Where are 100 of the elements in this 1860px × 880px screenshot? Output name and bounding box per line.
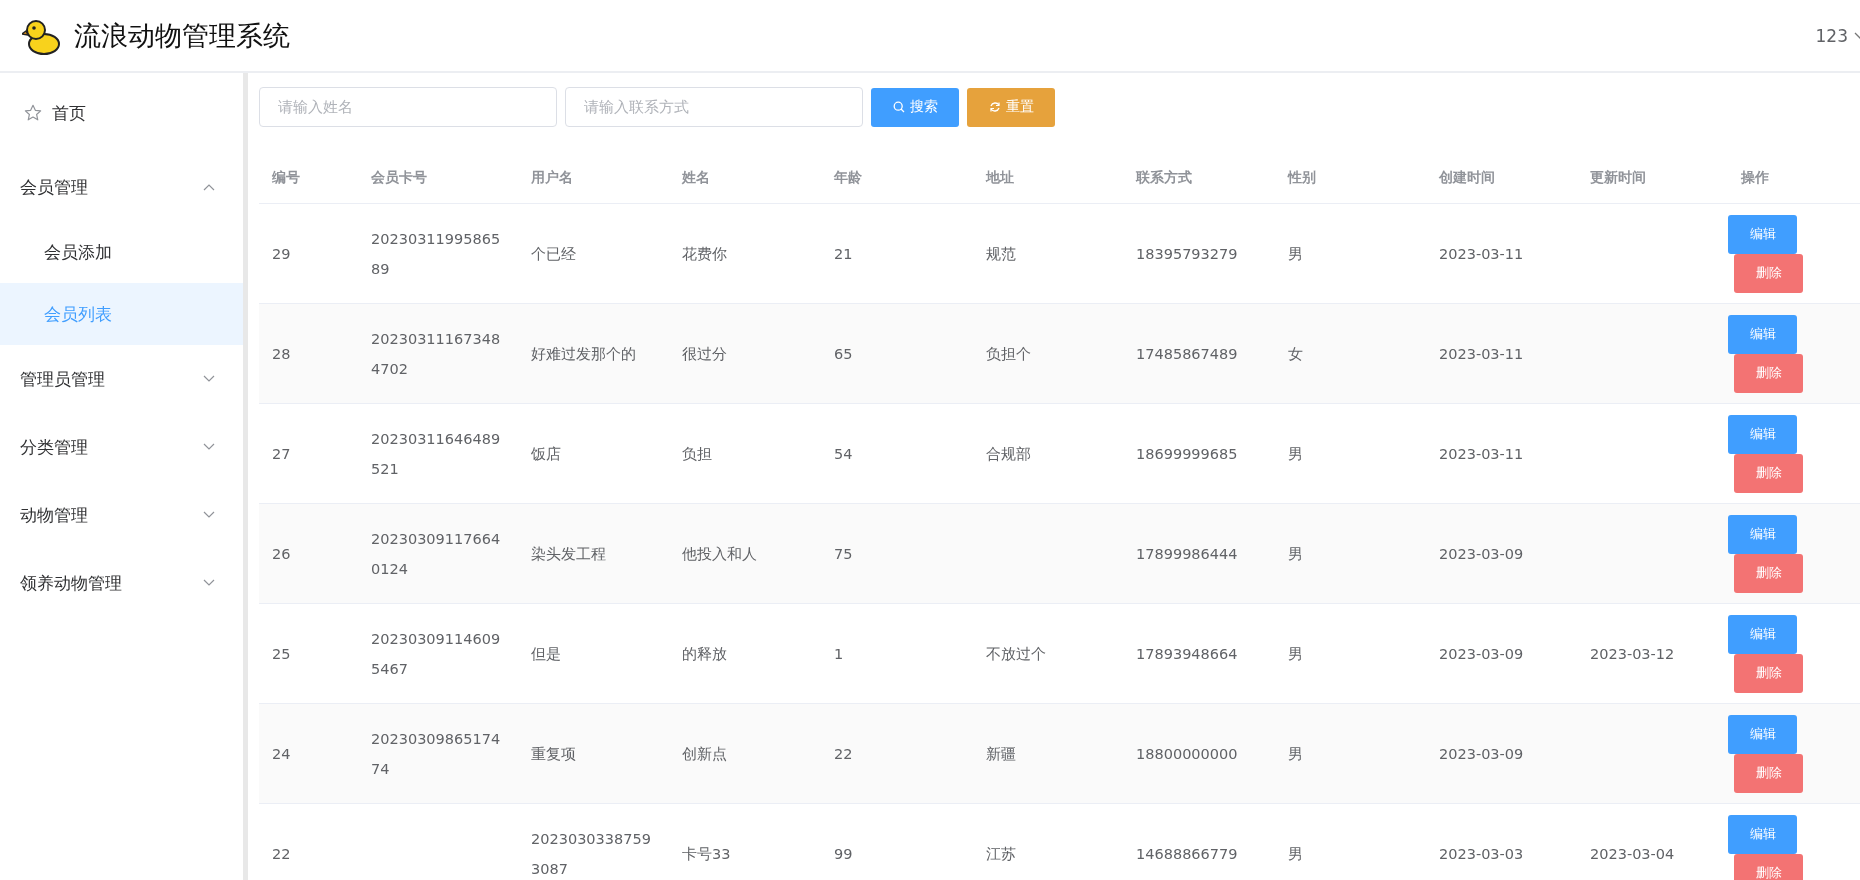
table-cell: 18395793279 xyxy=(1136,245,1238,262)
table-cell: 54 xyxy=(834,445,853,462)
column-header: 姓名 xyxy=(682,169,710,185)
table-cell: 江苏 xyxy=(986,845,1016,862)
delete-button[interactable]: 删除 xyxy=(1734,253,1803,293)
table-cell: 17893948664 xyxy=(1136,645,1238,662)
table-cell: 他投入和人 xyxy=(682,545,757,562)
table-cell: 负担个 xyxy=(986,345,1031,362)
table-cell: 男 xyxy=(1288,245,1303,262)
table-cell: 75 xyxy=(834,545,853,562)
app-title: 流浪动物管理系统 xyxy=(74,18,290,53)
sidebar-item[interactable]: 首页 xyxy=(0,73,243,153)
table-cell: 负担 xyxy=(682,445,712,462)
edit-button[interactable]: 编辑 xyxy=(1728,714,1797,754)
table-cell: 22 xyxy=(834,745,853,762)
table-cell: 但是 xyxy=(531,645,561,662)
refresh-icon xyxy=(988,101,1001,113)
table-cell: 新疆 xyxy=(986,745,1016,762)
star-icon xyxy=(24,104,42,122)
table-cell: 染头发工程 xyxy=(531,545,606,562)
column-header: 更新时间 xyxy=(1590,169,1646,185)
table-cell: 男 xyxy=(1288,445,1303,462)
table-cell: 26 xyxy=(272,545,291,562)
delete-button[interactable]: 删除 xyxy=(1734,453,1803,493)
table-cell: 2023031199586589 xyxy=(371,230,501,277)
edit-button[interactable]: 编辑 xyxy=(1728,214,1797,254)
table-cell: 22 xyxy=(272,845,291,862)
table-cell: 2023-03-11 xyxy=(1439,245,1524,262)
column-header: 性别 xyxy=(1288,169,1316,185)
edit-button[interactable]: 编辑 xyxy=(1728,614,1797,654)
sidebar-group[interactable]: 会员管理 xyxy=(0,153,243,221)
edit-button[interactable]: 编辑 xyxy=(1728,414,1797,454)
table-cell: 男 xyxy=(1288,545,1303,562)
table-cell: 25 xyxy=(272,645,291,662)
table-cell: 男 xyxy=(1288,845,1303,862)
table-cell: 202303091176640124 xyxy=(371,530,501,577)
table-cell: 重复项 xyxy=(531,745,576,762)
table-cell: 18800000000 xyxy=(1136,745,1238,762)
table-cell: 男 xyxy=(1288,745,1303,762)
sidebar-subitem[interactable]: 会员添加 xyxy=(0,221,243,283)
delete-button[interactable]: 删除 xyxy=(1734,753,1803,793)
table-cell: 饭店 xyxy=(531,445,561,462)
table-cell: 21 xyxy=(834,245,853,262)
column-header: 操作 xyxy=(1741,169,1769,185)
table-cell: 创新点 xyxy=(682,745,727,762)
table-cell: 的释放 xyxy=(682,645,727,662)
sidebar-group[interactable]: 管理员管理 xyxy=(0,345,243,413)
search-field[interactable]: 请输入姓名 xyxy=(259,87,557,127)
column-header: 年龄 xyxy=(834,169,862,185)
table-cell: 28 xyxy=(272,345,291,362)
table-cell: 29 xyxy=(272,245,291,262)
edit-button[interactable]: 编辑 xyxy=(1728,514,1797,554)
table-cell: 2023-03-11 xyxy=(1439,345,1524,362)
table-cell: 2023-03-11 xyxy=(1439,445,1524,462)
sidebar-group[interactable]: 动物管理 xyxy=(0,481,243,549)
table-cell: 卡号33 xyxy=(682,845,731,862)
search-field[interactable]: 请输入联系方式 xyxy=(565,87,863,127)
column-header: 地址 xyxy=(986,169,1014,185)
table-cell: 65 xyxy=(834,345,853,362)
search-button[interactable]: 搜索 xyxy=(871,87,959,127)
table-cell: 202303111673484702 xyxy=(371,330,501,377)
table-cell: 2023-03-04 xyxy=(1590,845,1675,862)
table-cell: 18699999685 xyxy=(1136,445,1238,462)
column-header: 创建时间 xyxy=(1439,169,1495,185)
table-cell: 20230303387593087 xyxy=(531,830,651,877)
table-cell: 24 xyxy=(272,745,291,762)
sidebar-subitem[interactable]: 会员列表 xyxy=(0,283,243,345)
delete-button[interactable]: 删除 xyxy=(1734,853,1803,880)
delete-button[interactable]: 删除 xyxy=(1734,653,1803,693)
table-cell: 个已经 xyxy=(531,245,576,262)
table-cell: 规范 xyxy=(986,245,1016,262)
table-cell: 17485867489 xyxy=(1136,345,1238,362)
column-header: 联系方式 xyxy=(1136,169,1192,185)
user-menu[interactable]: 123 xyxy=(1815,25,1860,46)
table-cell: 合规部 xyxy=(986,445,1031,462)
table-cell: 1 xyxy=(834,645,844,662)
table-cell: 2023030986517474 xyxy=(371,730,501,777)
table-cell: 花费你 xyxy=(682,245,727,262)
delete-button[interactable]: 删除 xyxy=(1734,353,1803,393)
reset-button[interactable]: 重置 xyxy=(967,87,1055,127)
sidebar-group[interactable]: 分类管理 xyxy=(0,413,243,481)
table-cell: 女 xyxy=(1288,345,1303,362)
table-cell: 2023-03-09 xyxy=(1439,545,1524,562)
delete-button[interactable]: 删除 xyxy=(1734,553,1803,593)
table-cell: 14688866779 xyxy=(1136,845,1238,862)
table-cell: 17899986444 xyxy=(1136,545,1238,562)
table-cell: 男 xyxy=(1288,645,1303,662)
table-cell: 很过分 xyxy=(682,345,727,362)
search-icon xyxy=(892,101,905,113)
table-cell: 202303091146095467 xyxy=(371,630,501,677)
table-cell: 2023-03-09 xyxy=(1439,745,1524,762)
edit-button[interactable]: 编辑 xyxy=(1728,814,1797,854)
table-cell: 2023-03-09 xyxy=(1439,645,1524,662)
table-cell: 2023-03-12 xyxy=(1590,645,1675,662)
table-cell: 20230311646489521 xyxy=(371,430,501,477)
edit-button[interactable]: 编辑 xyxy=(1728,314,1797,354)
sidebar-group[interactable]: 领养动物管理 xyxy=(0,549,243,617)
column-header: 会员卡号 xyxy=(371,169,427,185)
table-cell: 2023-03-03 xyxy=(1439,845,1524,862)
table-cell: 27 xyxy=(272,445,291,462)
